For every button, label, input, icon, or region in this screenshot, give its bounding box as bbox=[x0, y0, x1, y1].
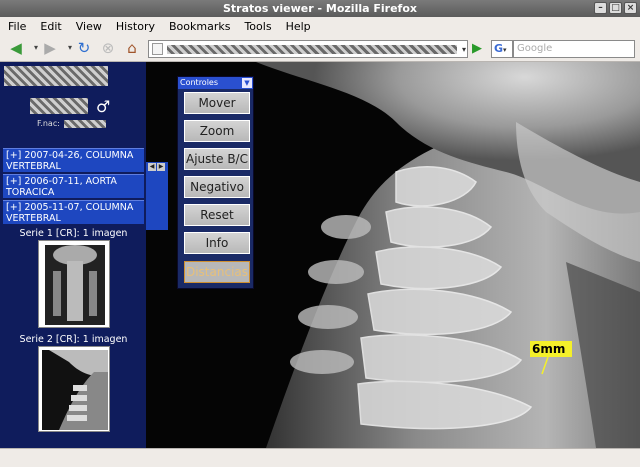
reset-button[interactable]: Reset bbox=[184, 204, 250, 226]
home-icon[interactable]: ⌂ bbox=[122, 39, 142, 57]
close-button[interactable]: × bbox=[624, 2, 637, 14]
series-thumbnail-2[interactable] bbox=[38, 346, 110, 432]
sidebar-collapse-strip bbox=[146, 162, 168, 230]
measurement-label[interactable]: 6mm bbox=[530, 341, 572, 357]
forward-arrow-icon[interactable]: ▶ bbox=[40, 39, 60, 57]
reload-icon[interactable]: ↻ bbox=[74, 39, 94, 57]
study-item-3[interactable]: [+] 2005-11-07, COLUMNA VERTEBRAL bbox=[3, 200, 144, 224]
search-engine-selector[interactable]: G▾ bbox=[491, 40, 513, 58]
window-title: Stratos viewer - Mozilla Firefox bbox=[223, 2, 417, 15]
maximize-button[interactable]: □ bbox=[609, 2, 622, 14]
minimize-button[interactable]: – bbox=[594, 2, 607, 14]
go-arrow-icon[interactable]: ▶ bbox=[472, 40, 486, 58]
page-favicon bbox=[152, 43, 163, 55]
page-content: 6mm ♂ F.nac: [+] 2007-04-26, COLUMNA VER… bbox=[0, 62, 640, 467]
menu-bar: File Edit View History Bookmarks Tools H… bbox=[0, 17, 640, 35]
dob-label: F.nac: bbox=[37, 119, 60, 128]
menu-file[interactable]: File bbox=[6, 20, 28, 33]
dob-redacted bbox=[64, 120, 106, 128]
menu-history[interactable]: History bbox=[114, 20, 157, 33]
collapse-icon[interactable]: ▼ bbox=[242, 78, 252, 88]
menu-bookmarks[interactable]: Bookmarks bbox=[167, 20, 232, 33]
study-item-2[interactable]: [+] 2006-07-11, AORTA TORACICA bbox=[3, 174, 144, 198]
patient-info: ♂ F.nac: bbox=[4, 64, 111, 128]
series-label-2: Serie 2 [CR]: 1 imagen bbox=[19, 334, 128, 345]
navigation-toolbar: ◀ ▾ ▶ ▾ ↻ ⊗ ⌂ ▾ ▶ G▾ Google bbox=[0, 35, 640, 62]
brightness-contrast-button[interactable]: Ajuste B/C bbox=[184, 148, 250, 170]
study-sidebar: ♂ F.nac: [+] 2007-04-26, COLUMNA VERTEBR… bbox=[0, 62, 146, 448]
menu-edit[interactable]: Edit bbox=[38, 20, 63, 33]
window-titlebar: Stratos viewer - Mozilla Firefox – □ × bbox=[0, 0, 640, 17]
sidebar-toggle: ◀ ▶ bbox=[148, 163, 165, 171]
stop-icon[interactable]: ⊗ bbox=[98, 39, 118, 57]
url-redacted bbox=[167, 45, 457, 54]
status-bar bbox=[0, 448, 640, 467]
negative-button[interactable]: Negativo bbox=[184, 176, 250, 198]
url-input[interactable] bbox=[148, 40, 468, 58]
series-label-1: Serie 1 [CR]: 1 imagen bbox=[19, 228, 128, 239]
controls-title[interactable]: Controles ▼ bbox=[178, 77, 253, 89]
patient-name-redacted bbox=[4, 66, 108, 86]
info-button[interactable]: Info bbox=[184, 232, 250, 254]
distances-button[interactable]: Distancias bbox=[184, 261, 250, 283]
patient-id-redacted bbox=[30, 98, 88, 114]
series-thumbnail-1[interactable] bbox=[38, 240, 110, 328]
search-input[interactable]: Google bbox=[513, 40, 635, 58]
male-gender-icon: ♂ bbox=[96, 97, 111, 116]
menu-help[interactable]: Help bbox=[284, 20, 313, 33]
back-arrow-icon[interactable]: ◀ bbox=[6, 39, 26, 57]
collapse-left-icon[interactable]: ◀ bbox=[148, 163, 156, 171]
expand-right-icon[interactable]: ▶ bbox=[157, 163, 165, 171]
zoom-button[interactable]: Zoom bbox=[184, 120, 250, 142]
url-dropdown-icon[interactable]: ▾ bbox=[462, 45, 466, 54]
move-button[interactable]: Mover bbox=[184, 92, 250, 114]
menu-tools[interactable]: Tools bbox=[242, 20, 273, 33]
menu-view[interactable]: View bbox=[74, 20, 104, 33]
study-item-1[interactable]: [+] 2007-04-26, COLUMNA VERTEBRAL bbox=[3, 148, 144, 172]
controls-panel: Controles ▼ Mover Zoom Ajuste B/C Negati… bbox=[177, 76, 254, 289]
